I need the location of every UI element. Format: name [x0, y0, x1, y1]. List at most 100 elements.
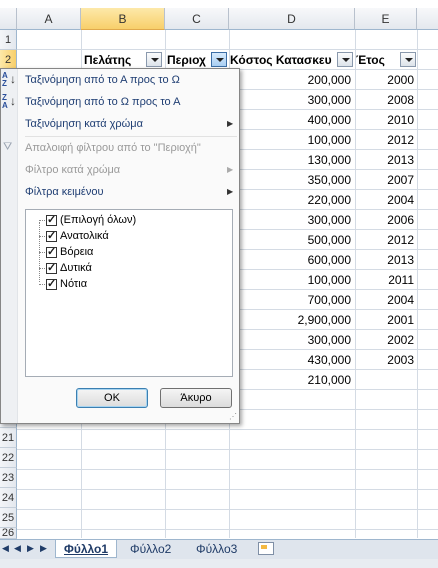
sheet-tab-3[interactable]: Φύλλο3 [188, 540, 245, 558]
year-cell[interactable]: 2013 [355, 250, 414, 270]
filter-dropdown-button-e[interactable] [400, 52, 416, 67]
year-cell[interactable] [355, 370, 414, 390]
next-sheet-arrow-icon[interactable]: ▶ [27, 543, 34, 554]
cost-cell[interactable]: 700,000 [229, 290, 351, 310]
cost-cell[interactable]: 210,000 [229, 370, 351, 390]
filter-values-listbox[interactable]: (Επιλογή όλων)ΑνατολικάΒόρειαΔυτικάΝότια [25, 209, 233, 377]
filter-item-checkbox[interactable] [46, 213, 57, 226]
submenu-arrow-icon: ▶ [227, 119, 234, 128]
select-all-corner[interactable] [0, 8, 17, 30]
filter-item-checkbox[interactable] [46, 245, 57, 258]
menu-icon-strip [1, 69, 18, 423]
filter-item-label[interactable]: Βόρεια [60, 245, 93, 261]
filter-item-label[interactable]: (Επιλογή όλων) [60, 213, 136, 229]
filter-dropdown-button-b[interactable] [146, 52, 162, 67]
gridline [17, 529, 438, 530]
row-header-1[interactable]: 1 [0, 30, 17, 50]
year-cell[interactable]: 2013 [355, 150, 414, 170]
year-cell[interactable]: 2011 [355, 270, 414, 290]
menu-clear-filter: Απαλοιφή φίλτρου από το "Περιοχή" [25, 142, 201, 154]
row-header-25[interactable]: 25 [0, 508, 17, 528]
insert-sheet-star-icon [261, 545, 267, 549]
year-cell[interactable]: 2010 [355, 110, 414, 130]
filter-item-label[interactable]: Ανατολικά [60, 229, 109, 245]
sheet-tab-2[interactable]: Φύλλο2 [122, 540, 179, 558]
filter-dropdown-button-d[interactable] [337, 52, 353, 67]
gridline [17, 509, 438, 510]
cost-cell[interactable]: 300,000 [229, 90, 351, 110]
submenu-arrow-icon: ▶ [227, 187, 234, 196]
cost-cell[interactable]: 130,000 [229, 150, 351, 170]
horizontal-scrollbar[interactable] [0, 559, 438, 568]
sort-down-arrow-icon: ↓ [10, 72, 16, 86]
gridline [17, 489, 438, 490]
submenu-arrow-icon: ▶ [227, 165, 234, 174]
row-header-23[interactable]: 23 [0, 468, 17, 488]
year-cell[interactable]: 2006 [355, 210, 414, 230]
row-header-26[interactable]: 26 [0, 528, 17, 539]
last-sheet-arrow-icon[interactable]: ▶ [40, 543, 47, 554]
cost-cell[interactable]: 100,000 [229, 270, 351, 290]
ok-button[interactable]: OK [76, 388, 148, 408]
gridline [17, 429, 438, 430]
column-header-b[interactable]: B [81, 8, 165, 30]
filter-item-label[interactable]: Δυτικά [60, 261, 92, 277]
row-header-24[interactable]: 24 [0, 488, 17, 508]
cost-cell[interactable]: 220,000 [229, 190, 351, 210]
clear-filter-icon: ⛛ [3, 141, 13, 153]
header-cell-year[interactable]: Έτος [356, 50, 396, 70]
filter-item-checkbox[interactable] [46, 277, 57, 290]
menu-text-filters[interactable]: Φίλτρα κειμένου [25, 182, 103, 202]
year-cell[interactable]: 2007 [355, 170, 414, 190]
sheet-tab-bar: ◀ ◀ ▶ ▶ Φύλλο1 Φύλλο2 Φύλλο3 [0, 539, 438, 559]
cost-cell[interactable]: 430,000 [229, 350, 351, 370]
menu-filter-by-color: Φίλτρο κατά χρώμα [25, 164, 121, 176]
cost-cell[interactable]: 300,000 [229, 330, 351, 350]
year-cell[interactable]: 2002 [355, 330, 414, 350]
year-cell[interactable]: 2004 [355, 190, 414, 210]
filter-dropdown-button-c[interactable] [211, 52, 227, 67]
filter-item-checkbox[interactable] [46, 229, 57, 242]
filter-item-checkbox[interactable] [46, 261, 57, 274]
menu-sort-z-to-a[interactable]: Ταξινόμηση από το Ω προς το Α [25, 92, 180, 112]
row-header-2[interactable]: 2 [0, 50, 17, 70]
row-header-21[interactable]: 21 [0, 428, 17, 448]
cost-cell[interactable]: 300,000 [229, 210, 351, 230]
year-cell[interactable]: 2004 [355, 290, 414, 310]
year-cell[interactable]: 2001 [355, 310, 414, 330]
gridline [17, 469, 438, 470]
cancel-button[interactable]: Άκυρο [160, 388, 232, 408]
gridline [417, 30, 418, 538]
year-cell[interactable]: 2012 [355, 130, 414, 150]
menu-separator [25, 136, 237, 137]
header-cell-customer[interactable]: Πελάτης [84, 50, 148, 70]
cost-cell[interactable]: 500,000 [229, 230, 351, 250]
column-header-f[interactable] [417, 8, 438, 30]
cost-cell[interactable]: 100,000 [229, 130, 351, 150]
menu-sort-a-to-z[interactable]: Ταξινόμηση από το Α προς το Ω [25, 70, 180, 90]
column-header-c[interactable]: C [165, 8, 229, 30]
cost-cell[interactable]: 600,000 [229, 250, 351, 270]
autofilter-dropdown-panel: AZ ↓ Ταξινόμηση από το Α προς το Ω ZA ↓ … [0, 68, 240, 424]
row-header-22[interactable]: 22 [0, 448, 17, 468]
filter-item-label[interactable]: Νότια [60, 277, 87, 293]
year-cell[interactable]: 2000 [355, 70, 414, 90]
cost-cell[interactable]: 400,000 [229, 110, 351, 130]
year-cell[interactable]: 2012 [355, 230, 414, 250]
cost-cell[interactable]: 200,000 [229, 70, 351, 90]
menu-sort-by-color[interactable]: Ταξινόμηση κατά χρώμα [25, 114, 143, 134]
year-cell[interactable]: 2008 [355, 90, 414, 110]
sheet-tab-1[interactable]: Φύλλο1 [55, 540, 118, 558]
year-cell[interactable]: 2003 [355, 350, 414, 370]
header-cell-region[interactable]: Περιοχ [167, 50, 211, 70]
column-header-a[interactable]: A [17, 8, 81, 30]
header-cell-cost[interactable]: Κόστος Κατασκευ [230, 50, 338, 70]
first-sheet-arrow-icon[interactable]: ◀ [2, 543, 9, 554]
resize-grip-icon[interactable]: ⋰ [229, 412, 237, 421]
cost-cell[interactable]: 2,900,000 [229, 310, 351, 330]
column-header-e[interactable]: E [355, 8, 417, 30]
column-header-d[interactable]: D [229, 8, 355, 30]
prev-sheet-arrow-icon[interactable]: ◀ [14, 543, 21, 554]
insert-sheet-icon[interactable] [258, 542, 274, 555]
cost-cell[interactable]: 350,000 [229, 170, 351, 190]
